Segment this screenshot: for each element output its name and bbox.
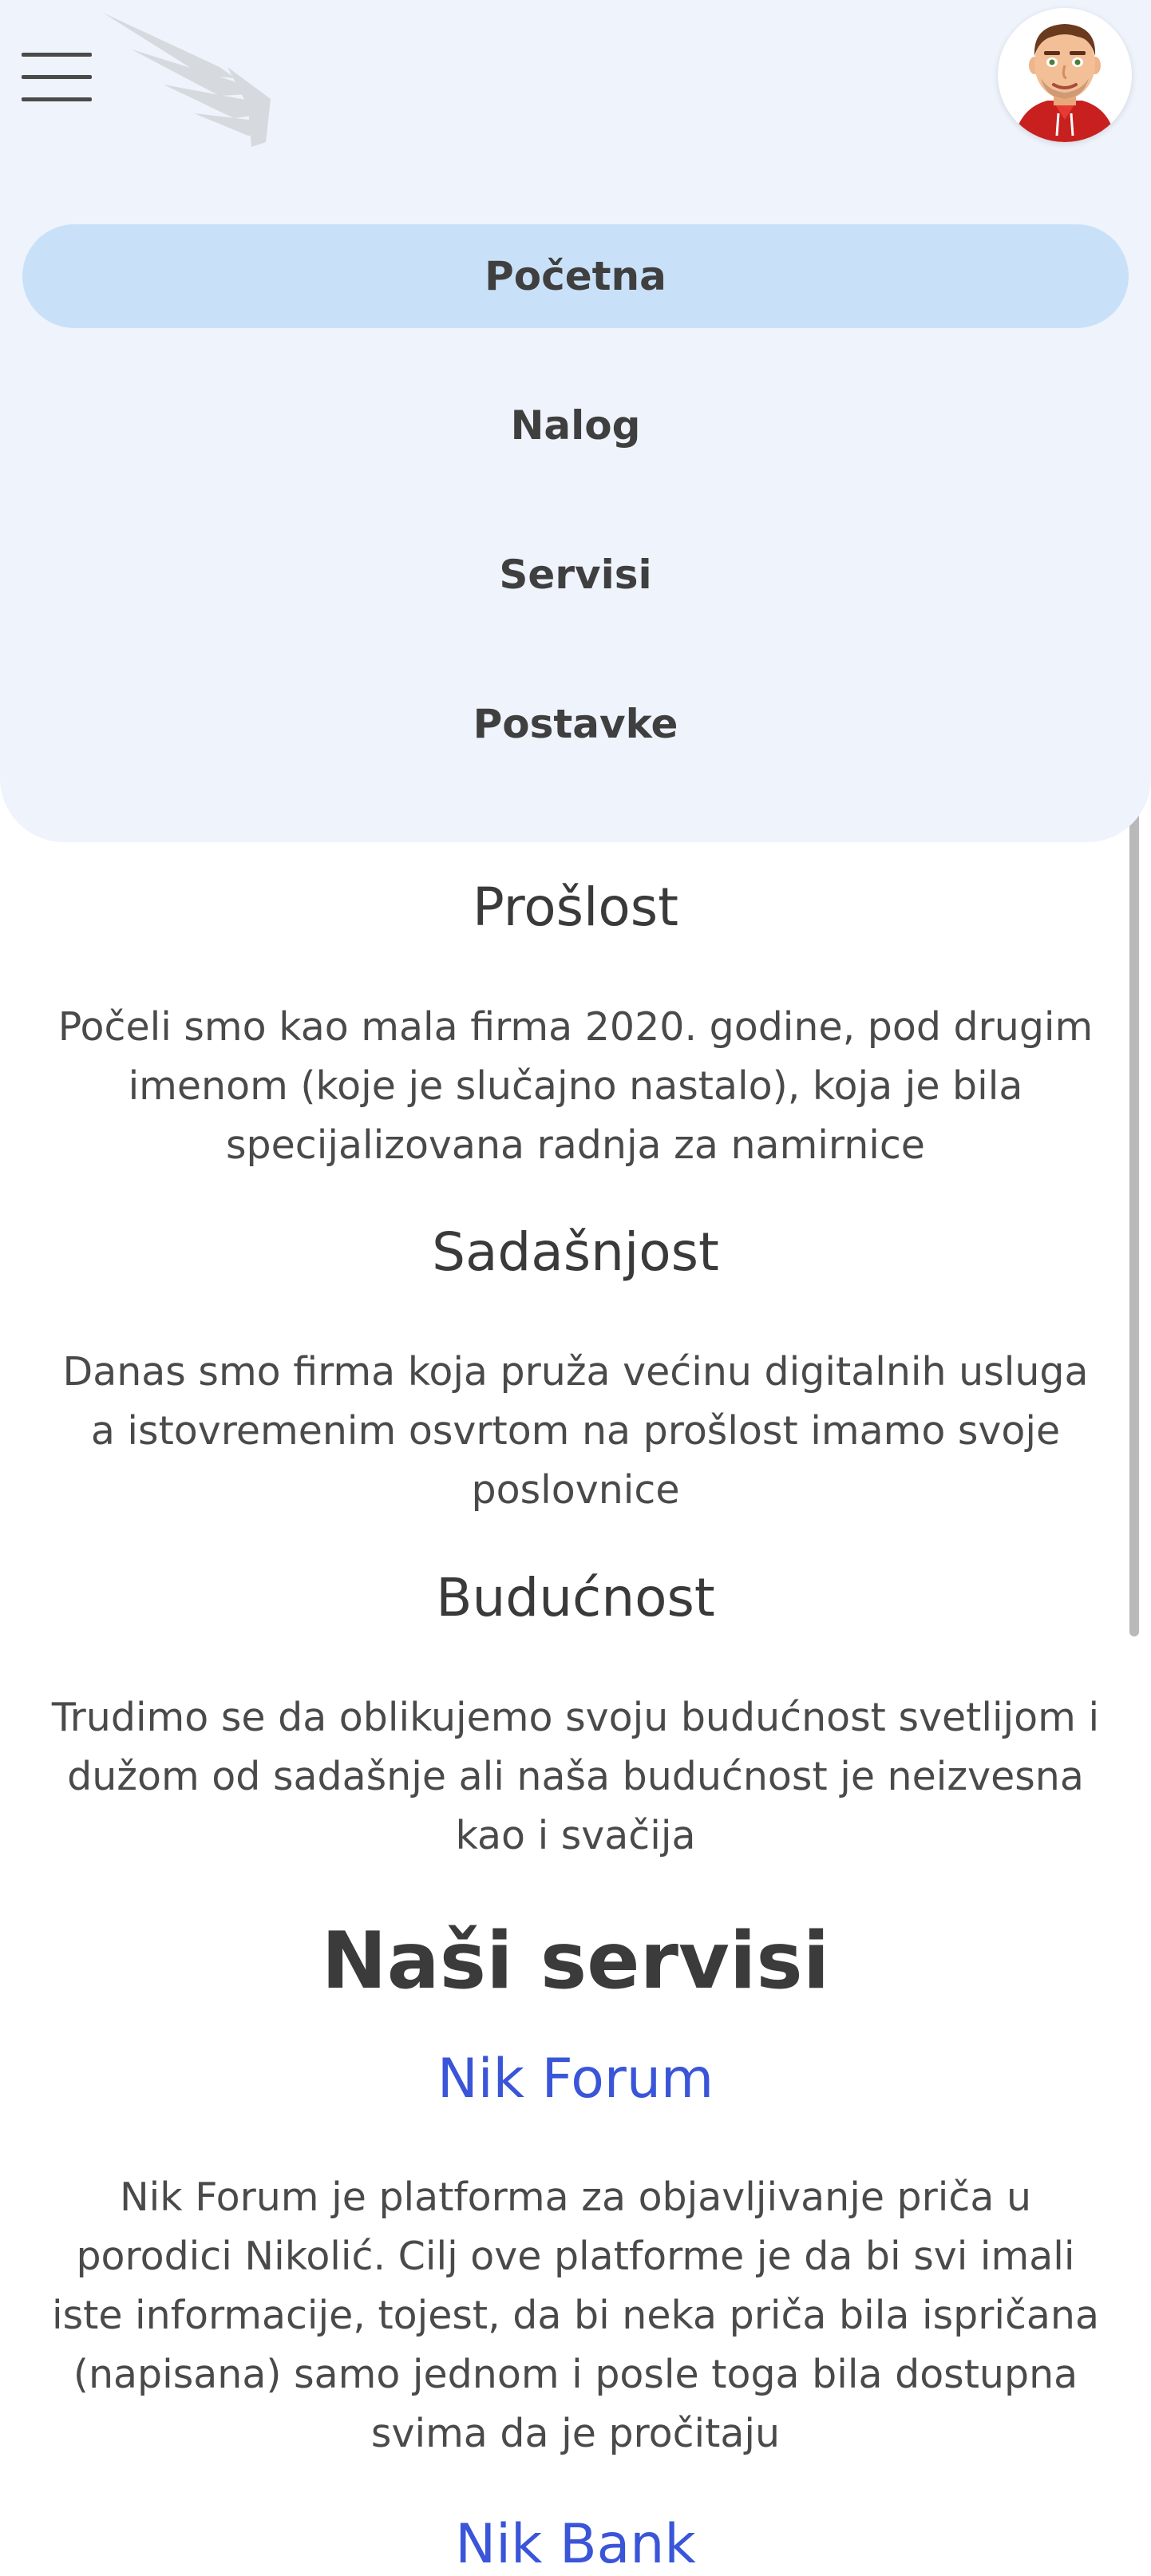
nav-item-pocetna[interactable]: Početna	[22, 224, 1129, 328]
section-title-future: Budućnost	[436, 1567, 715, 1628]
service-link-nik-bank[interactable]: Nik Bank	[0, 2513, 1151, 2576]
services-heading: Naši servisi	[321, 1916, 830, 2007]
nav-item-servisi[interactable]: Servisi	[22, 523, 1129, 627]
scrollbar-thumb[interactable]	[1129, 746, 1139, 1636]
wing-logo-icon	[103, 13, 271, 147]
hamburger-menu-icon[interactable]	[22, 49, 95, 105]
user-avatar[interactable]	[998, 8, 1132, 142]
section-title-past: Prošlost	[472, 876, 679, 938]
service-description-nik-forum: Nik Forum je platforma za objavljivanje …	[51, 2174, 1100, 2456]
service-link-nik-forum[interactable]: Nik Forum	[0, 2048, 1151, 2111]
section-title-present: Sadašnjost	[432, 1221, 719, 1283]
nav-item-nalog[interactable]: Nalog	[22, 374, 1129, 477]
section-text-present: Danas smo firma koja pruža većinu digita…	[62, 1349, 1089, 1513]
section-text-future: Trudimo se da oblikujemo svoju budućnost…	[51, 1695, 1100, 1858]
section-text-past: Počeli smo kao mala firma 2020. godine, …	[57, 1004, 1094, 1168]
navigation-menu: Početna Nalog Servisi Postavke	[0, 0, 1151, 842]
nav-item-postavke[interactable]: Postavke	[22, 672, 1129, 776]
